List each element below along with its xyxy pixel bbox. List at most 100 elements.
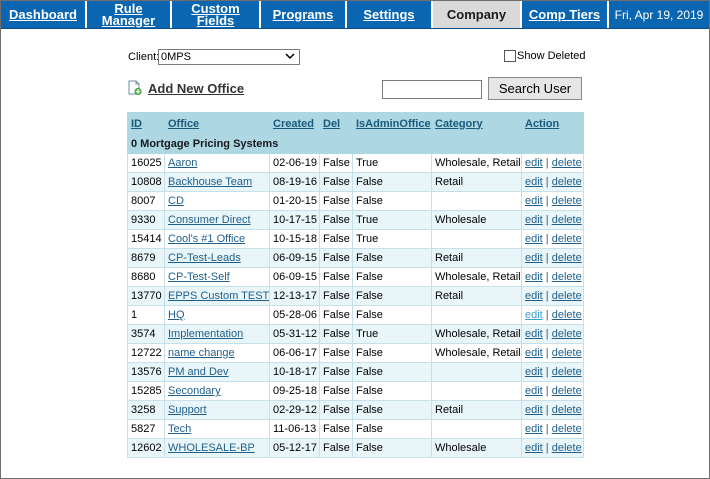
edit-link[interactable]: edit: [525, 404, 543, 416]
office-name-link[interactable]: name change: [168, 347, 235, 359]
add-new-office-link[interactable]: Add New Office: [148, 81, 244, 96]
office-name-link[interactable]: HQ: [168, 309, 185, 321]
cell-isadminoffice: False: [352, 267, 432, 287]
edit-link[interactable]: edit: [525, 347, 543, 359]
cell-del: False: [319, 362, 353, 382]
delete-link[interactable]: delete: [552, 271, 582, 283]
cell-action: edit | delete: [521, 267, 584, 287]
cell-action: edit | delete: [521, 343, 584, 363]
office-name-link[interactable]: Support: [168, 404, 207, 416]
table-header-row: ID Office Created Del IsAdminOffice Cate…: [127, 112, 584, 135]
delete-link[interactable]: delete: [552, 157, 582, 169]
edit-link[interactable]: edit: [525, 442, 543, 454]
delete-link[interactable]: delete: [552, 366, 582, 378]
delete-link[interactable]: delete: [552, 309, 582, 321]
delete-link[interactable]: delete: [552, 195, 582, 207]
delete-link[interactable]: delete: [552, 385, 582, 397]
cell-office: Consumer Direct: [164, 210, 270, 230]
top-nav: Dashboard Rule Manager Custom Fields Pro…: [1, 1, 709, 29]
office-name-link[interactable]: Consumer Direct: [168, 214, 251, 226]
delete-link[interactable]: delete: [552, 404, 582, 416]
cell-id: 8680: [127, 267, 165, 287]
cell-office: CP-Test-Self: [164, 267, 270, 287]
tab-settings[interactable]: Settings: [347, 1, 433, 28]
edit-link[interactable]: edit: [525, 233, 543, 245]
column-header-del[interactable]: Del: [319, 112, 353, 135]
column-header-id[interactable]: ID: [127, 112, 165, 135]
office-name-link[interactable]: Backhouse Team: [168, 176, 252, 188]
office-name-link[interactable]: EPPS Custom TEST: [168, 290, 269, 302]
add-document-icon[interactable]: [128, 80, 142, 96]
delete-link[interactable]: delete: [552, 442, 582, 454]
delete-link[interactable]: delete: [552, 328, 582, 340]
cell-id: 8679: [127, 248, 165, 268]
edit-link[interactable]: edit: [525, 385, 543, 397]
edit-link[interactable]: edit: [525, 328, 543, 340]
client-select[interactable]: 0MPS: [158, 49, 300, 65]
edit-link[interactable]: edit: [525, 290, 543, 302]
edit-link[interactable]: edit: [525, 176, 543, 188]
delete-link[interactable]: delete: [552, 176, 582, 188]
edit-link[interactable]: edit: [525, 157, 543, 169]
edit-link[interactable]: edit: [525, 214, 543, 226]
cell-isadminoffice: True: [352, 324, 432, 344]
column-header-isadminoffice[interactable]: IsAdminOffice: [352, 112, 432, 135]
table-row: 8679 CP-Test-Leads 06-09-15 False False Retai…: [127, 248, 584, 268]
edit-link[interactable]: edit: [525, 366, 543, 378]
cell-office: CD: [164, 191, 270, 211]
office-name-link[interactable]: Aaron: [168, 157, 197, 169]
office-name-link[interactable]: CP-Test-Self: [168, 271, 230, 283]
search-user-input[interactable]: [382, 80, 482, 99]
edit-link[interactable]: edit: [525, 309, 543, 321]
office-name-link[interactable]: Implementation: [168, 328, 243, 340]
cell-office: name change: [164, 343, 270, 363]
tab-programs[interactable]: Programs: [261, 1, 347, 28]
search-user-button[interactable]: Search User: [488, 77, 582, 100]
cell-isadminoffice: False: [352, 286, 432, 306]
action-separator: |: [542, 157, 552, 169]
office-name-link[interactable]: Tech: [168, 423, 191, 435]
column-header-office[interactable]: Office: [164, 112, 270, 135]
show-deleted-toggle[interactable]: Show Deleted: [504, 50, 586, 62]
tab-comp-tiers[interactable]: Comp Tiers: [522, 1, 609, 28]
cell-isadminoffice: False: [352, 381, 432, 401]
cell-del: False: [319, 153, 353, 173]
cell-isadminoffice: False: [352, 362, 432, 382]
column-header-action: Action: [521, 112, 584, 135]
edit-link[interactable]: edit: [525, 271, 543, 283]
cell-office: HQ: [164, 305, 270, 325]
table-row: 8680 CP-Test-Self 06-09-15 False False Wholes…: [127, 267, 584, 287]
edit-link[interactable]: edit: [525, 195, 543, 207]
office-name-link[interactable]: Cool's #1 Office: [168, 233, 245, 245]
office-name-link[interactable]: PM and Dev: [168, 366, 229, 378]
cell-category: Retail: [431, 248, 522, 268]
column-header-category[interactable]: Category: [431, 112, 522, 135]
edit-link[interactable]: edit: [525, 423, 543, 435]
office-name-link[interactable]: Secondary: [168, 385, 221, 397]
show-deleted-checkbox[interactable]: [504, 50, 516, 62]
delete-link[interactable]: delete: [552, 214, 582, 226]
delete-link[interactable]: delete: [552, 347, 582, 359]
cell-del: False: [319, 400, 353, 420]
tab-rule-manager[interactable]: Rule Manager: [87, 1, 172, 28]
tab-custom-fields[interactable]: Custom Fields: [172, 1, 261, 28]
cell-office: WHOLESALE-BP: [164, 438, 270, 458]
column-header-created[interactable]: Created: [269, 112, 320, 135]
cell-category: Retail: [431, 172, 522, 192]
office-name-link[interactable]: WHOLESALE-BP: [168, 442, 255, 454]
delete-link[interactable]: delete: [552, 423, 582, 435]
office-name-link[interactable]: CP-Test-Leads: [168, 252, 241, 264]
delete-link[interactable]: delete: [552, 252, 582, 264]
tab-company[interactable]: Company: [433, 1, 522, 28]
cell-action: edit | delete: [521, 286, 584, 306]
cell-category: Wholesale: [431, 438, 522, 458]
tab-dashboard[interactable]: Dashboard: [1, 1, 87, 28]
cell-action: edit | delete: [521, 248, 584, 268]
office-name-link[interactable]: CD: [168, 195, 184, 207]
delete-link[interactable]: delete: [552, 290, 582, 302]
action-separator: |: [542, 366, 552, 378]
cell-office: Cool's #1 Office: [164, 229, 270, 249]
edit-link[interactable]: edit: [525, 252, 543, 264]
delete-link[interactable]: delete: [552, 233, 582, 245]
table-row: 8007 CD 01-20-15 False False edit | delete: [127, 191, 584, 211]
